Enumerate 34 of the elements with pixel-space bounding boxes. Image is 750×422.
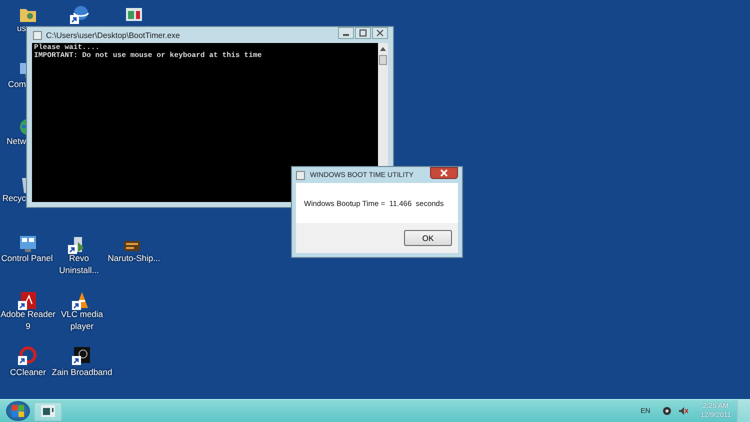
volume-muted-icon[interactable] bbox=[678, 406, 688, 416]
icon-label[interactable]: us bbox=[0, 22, 26, 34]
document-icon[interactable] bbox=[18, 290, 38, 310]
icon-label[interactable]: Control Panel bbox=[0, 252, 54, 264]
minimize-button[interactable] bbox=[338, 27, 354, 39]
window-icon bbox=[33, 30, 42, 40]
icon-label[interactable]: Netw bbox=[0, 135, 26, 147]
icon-label[interactable]: Recyc bbox=[0, 192, 26, 204]
icon-label[interactable]: Zain Broadband bbox=[50, 366, 114, 378]
scroll-up-icon[interactable] bbox=[379, 45, 387, 53]
window-title: C:\Users\user\Desktop\BootTimer.exe bbox=[46, 30, 180, 40]
icon-label[interactable]: Com bbox=[0, 78, 26, 90]
close-button[interactable] bbox=[430, 167, 458, 179]
taskbar-button[interactable] bbox=[34, 402, 62, 420]
icon-label[interactable]: Naruto-Ship... bbox=[104, 252, 164, 264]
windows-logo-icon bbox=[12, 405, 24, 417]
monitor-icon[interactable] bbox=[18, 60, 26, 80]
scrollbar-thumb[interactable] bbox=[379, 55, 387, 65]
icon-label[interactable]: Adobe Reader 9 bbox=[0, 308, 56, 332]
globe-icon[interactable] bbox=[70, 4, 90, 24]
ok-button[interactable]: OK bbox=[404, 230, 452, 246]
monitor-icon[interactable] bbox=[18, 234, 38, 254]
window-icon bbox=[41, 405, 55, 417]
maximize-icon bbox=[358, 29, 368, 37]
close-icon bbox=[439, 169, 449, 177]
close-button[interactable] bbox=[372, 27, 388, 39]
tile-icon[interactable] bbox=[72, 345, 92, 365]
maximize-button[interactable] bbox=[355, 27, 371, 39]
window-icon bbox=[296, 170, 305, 180]
ring-icon[interactable] bbox=[18, 345, 38, 365]
close-icon bbox=[375, 29, 385, 37]
icon-label[interactable]: Revo Uninstall... bbox=[55, 252, 103, 276]
start-button[interactable] bbox=[6, 401, 30, 421]
network-icon[interactable] bbox=[662, 406, 672, 416]
